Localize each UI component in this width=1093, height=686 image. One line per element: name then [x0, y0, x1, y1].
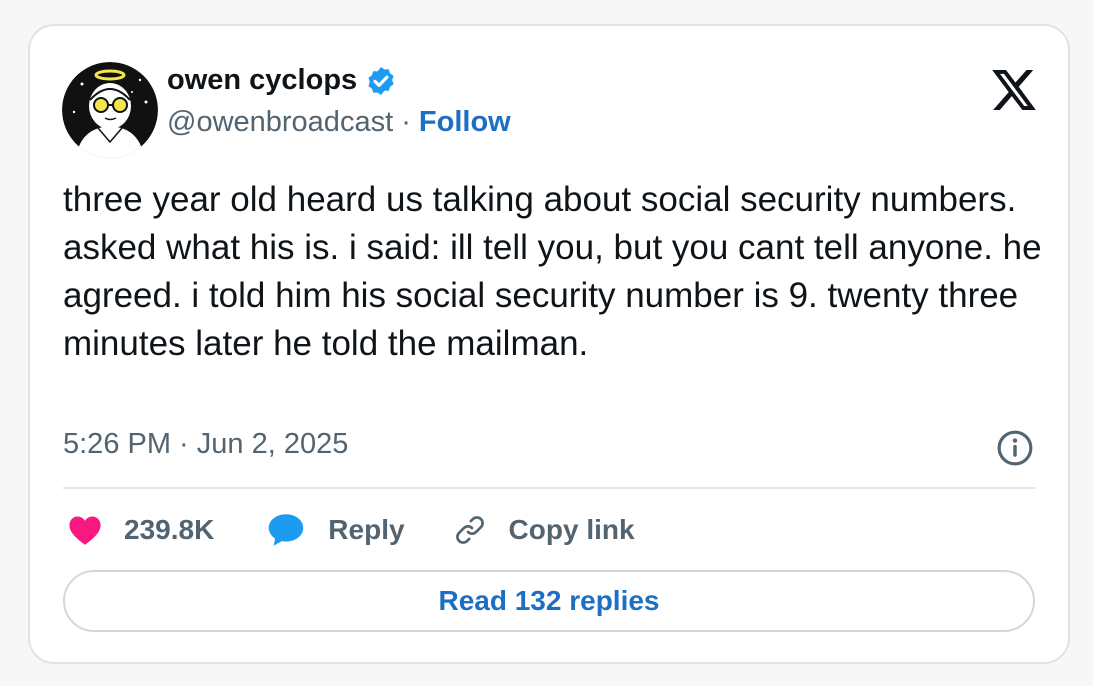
author-name-row[interactable]: owen cyclops: [167, 64, 397, 97]
x-logo-icon[interactable]: [992, 70, 1036, 110]
author-handle-row: @owenbroadcast · Follow: [167, 106, 511, 139]
follow-button[interactable]: Follow: [419, 106, 511, 138]
author-handle[interactable]: @owenbroadcast: [167, 106, 393, 138]
copy-link-label: Copy link: [508, 514, 635, 545]
avatar-image: [62, 62, 158, 158]
author-name[interactable]: owen cyclops: [167, 64, 357, 97]
tweet-card: owen cyclops @owenbroadcast · Follow thr…: [28, 24, 1070, 664]
divider: [63, 487, 1035, 489]
info-icon[interactable]: [996, 429, 1034, 467]
heart-icon: [69, 516, 101, 545]
tweet-text: three year old heard us talking about so…: [63, 180, 1042, 363]
like-button[interactable]: 239.8K: [68, 514, 214, 546]
reply-label: Reply: [328, 514, 405, 545]
handle-separator: ·: [401, 106, 419, 138]
action-bar: 239.8K Reply Copy link: [68, 508, 635, 552]
verified-badge-icon: [368, 66, 394, 95]
tweet-timestamp[interactable]: 5:26 PM · Jun 2, 2025: [63, 428, 348, 461]
read-replies-button[interactable]: Read 132 replies: [63, 570, 1035, 632]
avatar[interactable]: [62, 62, 158, 158]
like-count: 239.8K: [124, 514, 215, 545]
copy-link-button[interactable]: Copy link: [453, 513, 635, 547]
link-icon: [455, 516, 484, 544]
speech-bubble-icon: [269, 514, 304, 546]
read-replies-label: Read 132 replies: [438, 585, 660, 616]
reply-button[interactable]: Reply: [266, 512, 405, 548]
